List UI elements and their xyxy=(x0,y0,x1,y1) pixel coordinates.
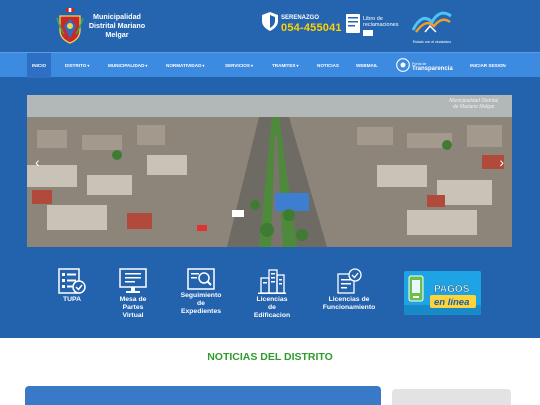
nav-webmail[interactable]: WEBMAIL xyxy=(356,53,378,78)
nav-distrito-label: DISTRITO xyxy=(65,63,87,68)
service-mesa-partes[interactable]: Mesa de Partes Virtual xyxy=(113,268,153,320)
pagos-graphic: PAGOS en línea xyxy=(404,271,481,315)
service-label: Partes xyxy=(122,304,144,311)
news-side-card[interactable] xyxy=(392,389,511,405)
service-licencias-edificacion[interactable]: Licencias de Edificacion xyxy=(250,268,294,320)
nav-normatividad[interactable]: NORMATIVIDAD▾ xyxy=(166,53,204,78)
nav-inicio[interactable]: INICIO xyxy=(27,53,52,78)
service-label: de xyxy=(268,304,276,311)
nav-inicio-label: INICIO xyxy=(32,63,47,68)
book-icon xyxy=(346,14,360,38)
service-label: Edificacion xyxy=(253,312,291,319)
service-tupa[interactable]: TUPA xyxy=(55,268,89,304)
service-label: TUPA xyxy=(63,296,81,303)
nav-municipalidad-label: MUNICIPALIDAD xyxy=(108,63,145,68)
tupa-icon xyxy=(58,268,86,294)
nav-servicios-label: SERVICIOS xyxy=(225,63,250,68)
libro-badge xyxy=(363,29,373,37)
chevron-down-icon: ▾ xyxy=(202,63,205,68)
transparency-icon xyxy=(396,58,410,77)
libro-line2: reclamaciones xyxy=(363,22,399,29)
nav-tramites[interactable]: TRAMITES▾ xyxy=(272,53,299,78)
slider-prev-arrow-icon[interactable]: ‹ xyxy=(35,155,40,169)
caption-line2: de Mariano Melgar xyxy=(452,104,495,110)
chevron-down-icon: ▾ xyxy=(145,63,148,68)
nav-tramites-label: TRAMITES xyxy=(272,63,296,68)
service-label: Seguimiento xyxy=(180,292,222,299)
portal-transparencia-link[interactable]: Portal de Transparencia xyxy=(396,58,453,77)
chevron-down-icon: ▾ xyxy=(296,63,299,68)
service-label: Expedientes xyxy=(180,308,222,315)
serenazgo-phone: 054-455041 xyxy=(281,21,342,34)
service-label: Licencias de xyxy=(328,296,370,303)
nav-municipalidad[interactable]: MUNICIPALIDAD▾ xyxy=(108,53,147,78)
news-section-title: NOTICIAS DEL DISTRITO xyxy=(207,351,333,363)
license-icon xyxy=(337,268,362,294)
nav-noticias-label: NOTICIAS xyxy=(317,63,339,68)
site-header: Municipalidad Distrital Mariano Melgar S… xyxy=(0,0,540,52)
municipality-name[interactable]: Municipalidad Distrital Mariano Melgar xyxy=(86,12,148,39)
chevron-down-icon: ▾ xyxy=(87,63,90,68)
nav-distrito[interactable]: DISTRITO▾ xyxy=(65,53,89,78)
municipal-crest-logo[interactable] xyxy=(55,8,85,44)
estado-ciudadano-logo[interactable]: Estado con el ciudadano xyxy=(410,10,454,44)
service-label: Licencias xyxy=(256,296,288,303)
service-label: Virtual xyxy=(122,312,144,319)
pagos-en-linea-banner[interactable]: PAGOS en línea xyxy=(404,271,481,315)
estado-ciudadano-text: Estado con el ciudadano xyxy=(412,40,452,44)
service-label: Mesa de xyxy=(119,296,147,303)
serenazgo-contact[interactable]: SERENAZGO 054-455041 xyxy=(262,12,342,36)
nav-servicios[interactable]: SERVICIOS▾ xyxy=(225,53,253,78)
service-label: Funcionamiento xyxy=(322,304,376,311)
service-licencias-funcionamiento[interactable]: Licencias de Funcionamiento xyxy=(318,268,380,312)
search-document-icon xyxy=(187,268,215,290)
shield-icon xyxy=(262,12,278,36)
monitor-icon xyxy=(119,268,147,293)
libro-line1: Libro de xyxy=(363,15,383,22)
slider-next-arrow-icon[interactable]: › xyxy=(499,155,504,169)
nav-normatividad-label: NORMATIVIDAD xyxy=(166,63,202,68)
service-label: de xyxy=(197,300,205,307)
nav-webmail-label: WEBMAIL xyxy=(356,63,378,68)
transparencia-big: Transparencia xyxy=(412,66,453,72)
chevron-down-icon: ▾ xyxy=(250,63,253,68)
pagos-line2: en línea xyxy=(434,297,469,308)
hero-slider[interactable]: Municipalidad Distrital de Mariano Melga… xyxy=(27,95,512,247)
news-section: NOTICIAS DEL DISTRITO xyxy=(0,338,540,405)
slider-caption: Municipalidad Distrital de Mariano Melga… xyxy=(449,98,498,110)
city-aerial-photo xyxy=(27,95,512,247)
service-seguimiento[interactable]: Seguimiento de Expedientes xyxy=(176,268,226,316)
buildings-icon xyxy=(258,269,286,294)
serenazgo-label: SERENAZGO xyxy=(281,14,320,21)
libro-reclamaciones-link[interactable]: Libro de reclamaciones xyxy=(346,14,419,38)
pagos-line1: PAGOS xyxy=(434,284,470,295)
login-link[interactable]: INICIAR SESION xyxy=(470,53,506,78)
nav-noticias[interactable]: NOTICIAS xyxy=(317,53,339,78)
news-featured-card[interactable] xyxy=(25,386,381,405)
main-nav: INICIO DISTRITO▾ MUNICIPALIDAD▾ NORMATIV… xyxy=(0,52,540,78)
login-label: INICIAR SESION xyxy=(470,63,506,68)
